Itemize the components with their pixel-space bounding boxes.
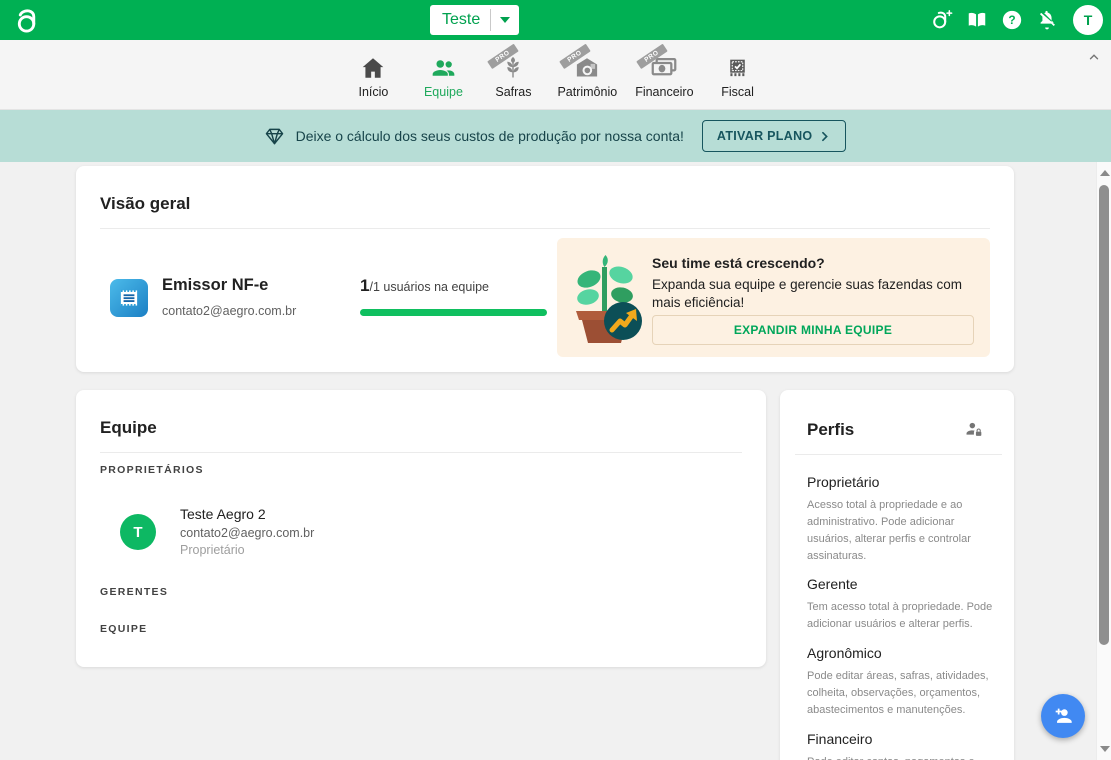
nfe-plan-icon [110, 279, 148, 317]
profiles-title: Perfis [807, 420, 854, 440]
section-proprietarios: PROPRIETÁRIOS [100, 464, 204, 476]
avatar-initial: T [1084, 12, 1093, 28]
team-card: Equipe PROPRIETÁRIOS T Teste Aegro 2 con… [76, 390, 766, 667]
home-icon [360, 55, 386, 81]
profile-agronomico: Agronômico Pode editar áreas, safras, at… [807, 645, 993, 719]
team-usage: 1/1 usuários na equipe [360, 276, 489, 296]
team-member-row[interactable]: T Teste Aegro 2 contato2@aegro.com.br Pr… [120, 506, 314, 557]
help-icon[interactable]: ? [1001, 9, 1023, 31]
tab-inicio[interactable]: Início [342, 49, 404, 99]
profile-description: Pode editar áreas, safras, atividades, c… [807, 668, 993, 719]
scroll-down-arrow[interactable] [1100, 746, 1110, 752]
person-add-icon [1052, 705, 1074, 727]
divider [795, 454, 1002, 455]
promo-text: Expanda sua equipe e gerencie suas fazen… [652, 276, 992, 312]
team-usage-progress-bar [360, 309, 547, 316]
diamond-icon [265, 127, 284, 146]
profile-description: Acesso total à propriedade e ao administ… [807, 497, 993, 565]
user-avatar[interactable]: T [1073, 5, 1103, 35]
grow-team-promo: Seu time está crescendo? Expanda sua equ… [557, 238, 990, 357]
member-info: Teste Aegro 2 contato2@aegro.com.br Prop… [180, 506, 314, 557]
banner-text: Deixe o cálculo dos seus custos de produ… [296, 128, 684, 144]
plant-growth-illustration [567, 251, 643, 344]
selector-divider [490, 9, 491, 31]
receipt-check-icon [725, 55, 750, 81]
chevron-down-icon [500, 17, 510, 23]
tab-equipe[interactable]: Equipe [412, 49, 474, 99]
expand-team-button[interactable]: EXPANDIR MINHA EQUIPE [652, 315, 974, 345]
profile-name: Proprietário [807, 474, 993, 490]
tab-label: Equipe [424, 85, 463, 99]
profile-description: Pode editar contas, pagamentos e recebim… [807, 754, 993, 760]
section-equipe: EQUIPE [100, 623, 147, 635]
plan-name: Emissor NF-e [162, 276, 268, 295]
activate-plan-button[interactable]: ATIVAR PLANO [702, 120, 847, 152]
notifications-off-icon[interactable] [1036, 9, 1058, 31]
users-suffix: /1 usuários na equipe [369, 280, 489, 294]
chevron-right-icon [818, 130, 831, 143]
member-initial: T [133, 524, 142, 541]
tab-label: Financeiro [635, 85, 693, 99]
profile-gerente: Gerente Tem acesso total à propriedade. … [807, 576, 993, 633]
profile-name: Financeiro [807, 731, 993, 747]
aegro-logo-icon[interactable] [14, 7, 41, 34]
manage-accounts-icon[interactable] [964, 420, 984, 445]
tab-label: Início [358, 85, 388, 99]
people-icon [429, 55, 458, 81]
svg-text:?: ? [1008, 13, 1015, 27]
tab-label: Safras [495, 85, 531, 99]
tab-fiscal[interactable]: Fiscal [707, 49, 769, 99]
scroll-up-arrow[interactable] [1100, 170, 1110, 176]
promo-banner: Deixe o cálculo dos seus custos de produ… [0, 110, 1111, 162]
collapse-nav-chevron-up-icon[interactable] [1087, 50, 1101, 69]
tab-patrimonio[interactable]: PRO Patrimônio [552, 49, 622, 99]
member-role: Proprietário [180, 543, 314, 557]
vertical-scrollbar[interactable] [1096, 162, 1111, 760]
app-screen: Teste ? [0, 0, 1111, 760]
topbar-icons: ? T [931, 0, 1103, 40]
tab-label: Fiscal [721, 85, 754, 99]
divider [100, 228, 990, 229]
tab-financeiro[interactable]: PRO Financeiro [630, 49, 698, 99]
profile-name: Agronômico [807, 645, 993, 661]
plan-email: contato2@aegro.com.br [162, 304, 296, 318]
overview-card: Visão geral Emissor NF-e contato2@aegro.… [76, 166, 1014, 372]
farm-selector-label: Teste [442, 11, 480, 29]
profile-name: Gerente [807, 576, 993, 592]
member-email: contato2@aegro.com.br [180, 526, 314, 540]
promo-title: Seu time está crescendo? [652, 255, 825, 271]
member-name: Teste Aegro 2 [180, 506, 314, 522]
scrollbar-thumb[interactable] [1099, 185, 1109, 645]
member-avatar: T [120, 514, 156, 550]
add-user-fab[interactable] [1041, 694, 1085, 738]
profile-description: Tem acesso total à propriedade. Pode adi… [807, 599, 993, 633]
tab-safras[interactable]: PRO Safras [482, 49, 544, 99]
profile-financeiro: Financeiro Pode editar contas, pagamento… [807, 731, 993, 760]
farm-selector-dropdown[interactable]: Teste [430, 5, 519, 35]
main-content: Visão geral Emissor NF-e contato2@aegro.… [0, 162, 1111, 760]
overview-title: Visão geral [100, 194, 190, 214]
profiles-card: Perfis Proprietário Acesso total à propr… [780, 390, 1014, 760]
team-title: Equipe [100, 418, 157, 438]
invite-user-icon[interactable] [931, 9, 953, 31]
section-gerentes: GERENTES [100, 586, 168, 598]
profile-proprietario: Proprietário Acesso total à propriedade … [807, 474, 993, 565]
tab-label: Patrimônio [557, 85, 617, 99]
activate-plan-label: ATIVAR PLANO [717, 129, 813, 143]
nav-tabs: Início Equipe PRO [342, 40, 768, 99]
divider [100, 452, 742, 453]
top-app-bar: Teste ? [0, 0, 1111, 40]
knowledge-book-icon[interactable] [966, 9, 988, 31]
main-nav: Início Equipe PRO [0, 40, 1111, 110]
